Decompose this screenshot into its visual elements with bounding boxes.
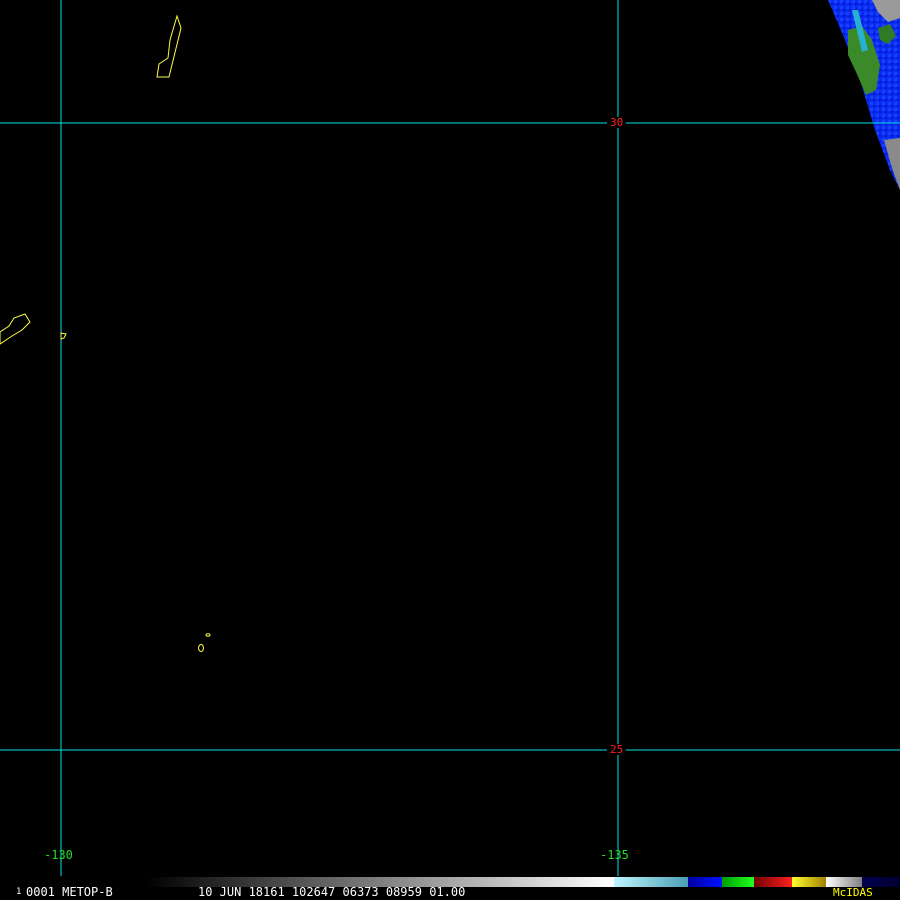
latitude-label-30: 30 (607, 117, 627, 128)
satellite-id-text: 0001 METOP-B (26, 885, 113, 899)
islet-outline-south-a (198, 644, 204, 652)
satellite-image-viewer: 30 25 -130 -135 1 0001 METOP-B 10 JUN 18… (0, 0, 900, 900)
islet-outline-south-b (205, 633, 211, 637)
latitude-label-25: 25 (607, 744, 627, 755)
longitude-label-135: -135 (600, 848, 629, 862)
swath-gray-cloud-patch-lower (884, 138, 900, 190)
island-outline-north (156, 14, 182, 78)
islet-outline-west (60, 332, 67, 340)
longitude-label-130: -130 (44, 848, 73, 862)
frame-number: 1 (16, 887, 22, 897)
satellite-map (0, 0, 900, 876)
image-timestamp-text: 10 JUN 18161 102647 06373 08959 01.00 (198, 885, 466, 899)
island-outline-west (0, 313, 31, 345)
mcidas-logo: McIDAS (833, 886, 873, 899)
satellite-info-text: 0001 METOP-B (26, 886, 113, 898)
